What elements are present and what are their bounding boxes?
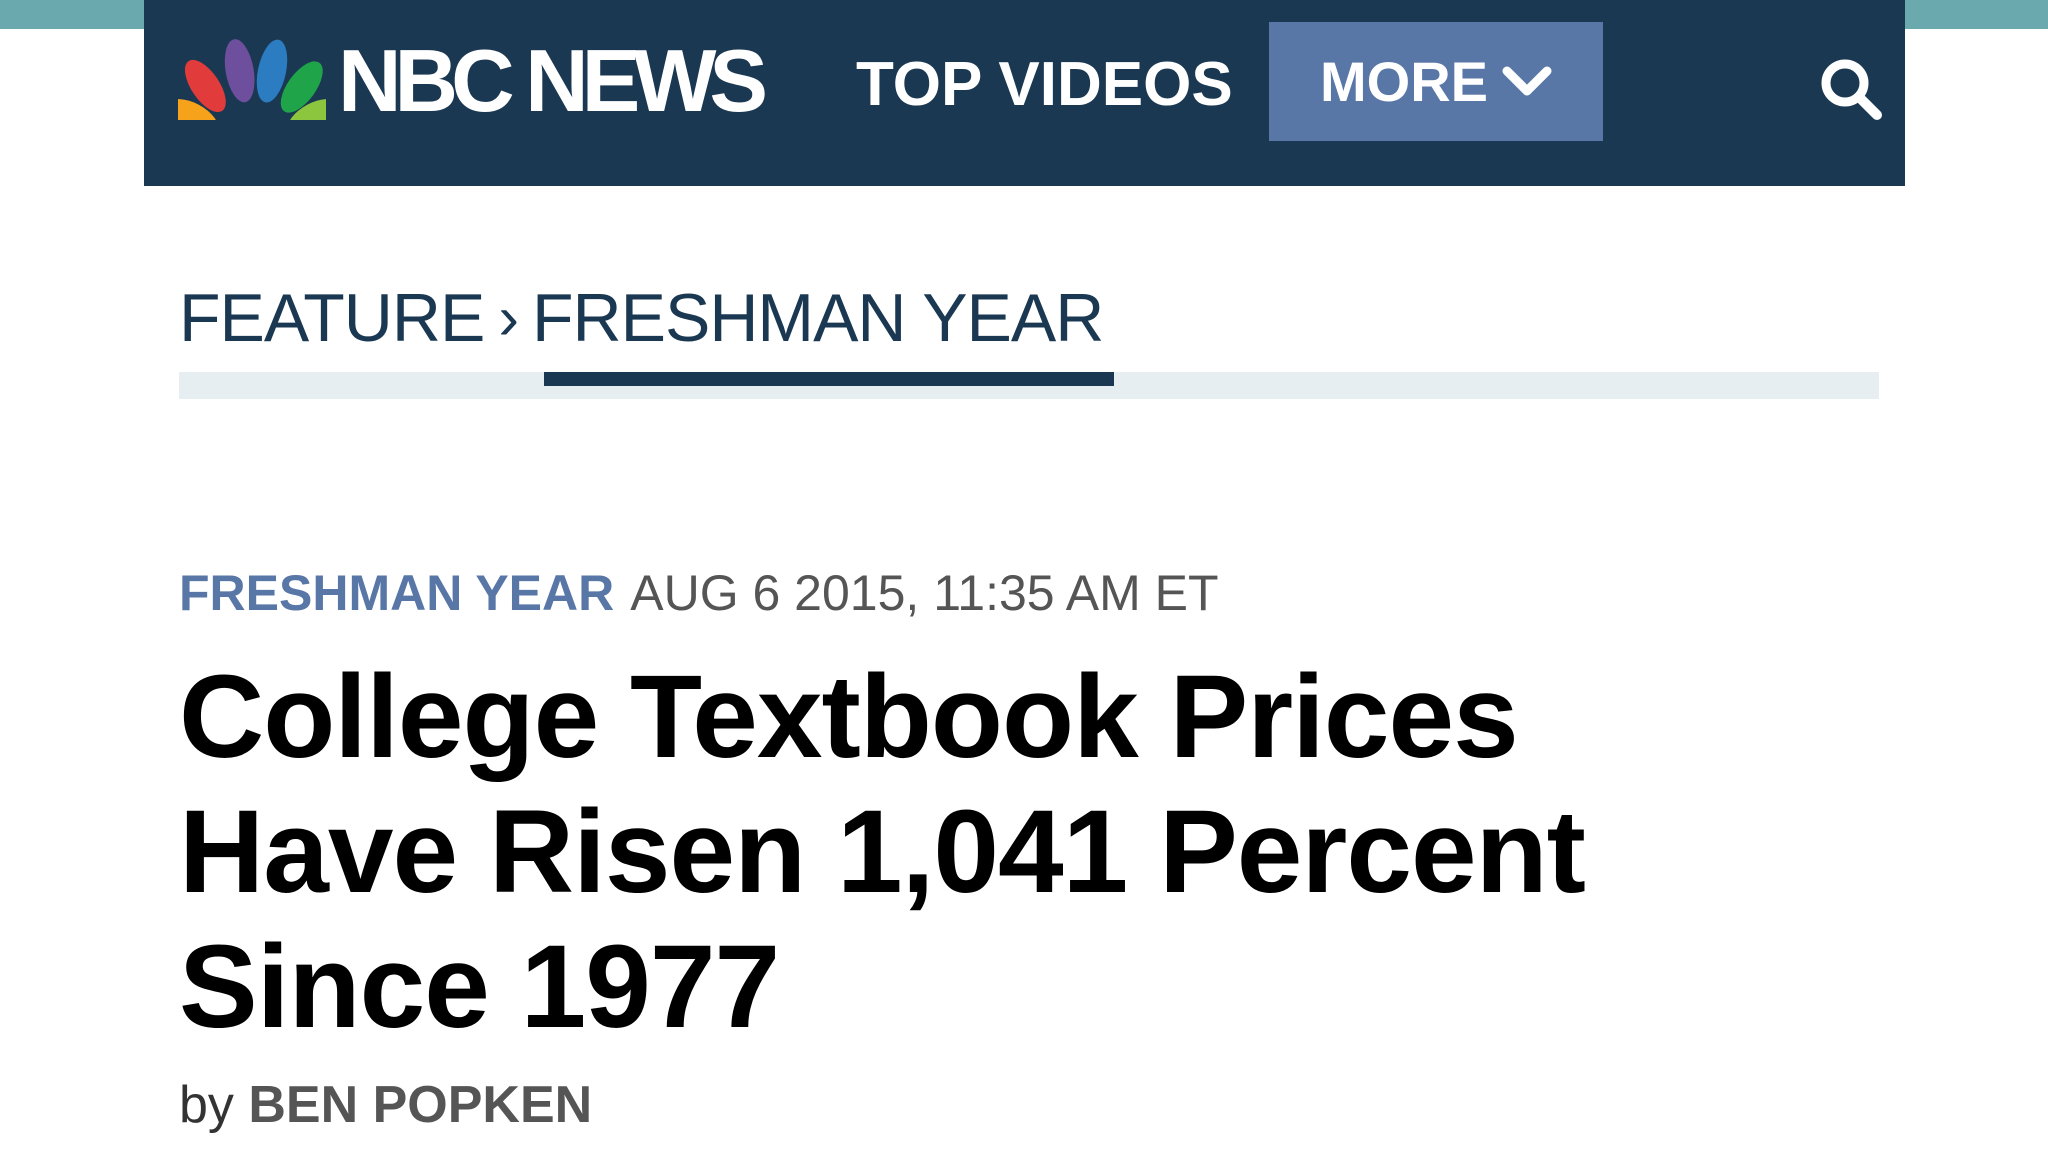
article-byline: by BEN POPKEN xyxy=(179,1075,592,1135)
chevron-down-icon xyxy=(1502,66,1552,95)
nbc-peacock-icon xyxy=(178,39,326,126)
search-icon[interactable] xyxy=(1817,55,1883,121)
nav-top-videos[interactable]: TOP VIDEOS xyxy=(856,50,1233,120)
breadcrumb-item-freshman-year[interactable]: FRESHMAN YEAR xyxy=(532,279,1104,357)
article-category-link[interactable]: FRESHMAN YEAR xyxy=(179,564,614,622)
breadcrumb: FEATURE › FRESHMAN YEAR xyxy=(179,279,1104,357)
nbc-news-logo[interactable]: NBC NEWS xyxy=(178,31,768,130)
article-date: AUG 6 2015, 11:35 AM ET xyxy=(630,565,1219,621)
article-meta: FRESHMAN YEAR AUG 6 2015, 11:35 AM ET xyxy=(179,563,1219,623)
breadcrumb-item-feature[interactable]: FEATURE xyxy=(179,279,485,357)
author-link[interactable]: BEN POPKEN xyxy=(248,1076,592,1134)
byline-prefix: by xyxy=(179,1076,234,1134)
logo-wordmark: NBC NEWS xyxy=(338,31,768,130)
top-accent-bar-right xyxy=(1905,0,2048,29)
breadcrumb-active-indicator xyxy=(544,372,1114,386)
article-headline: College Textbook Prices Have Risen 1,041… xyxy=(179,651,1586,1053)
more-menu-button[interactable]: MORE xyxy=(1269,22,1603,141)
breadcrumb-separator: › xyxy=(498,283,519,353)
top-accent-bar-left xyxy=(0,0,144,29)
more-label: MORE xyxy=(1320,49,1488,113)
top-nav: NBC NEWS TOP VIDEOS MORE xyxy=(144,0,1905,186)
